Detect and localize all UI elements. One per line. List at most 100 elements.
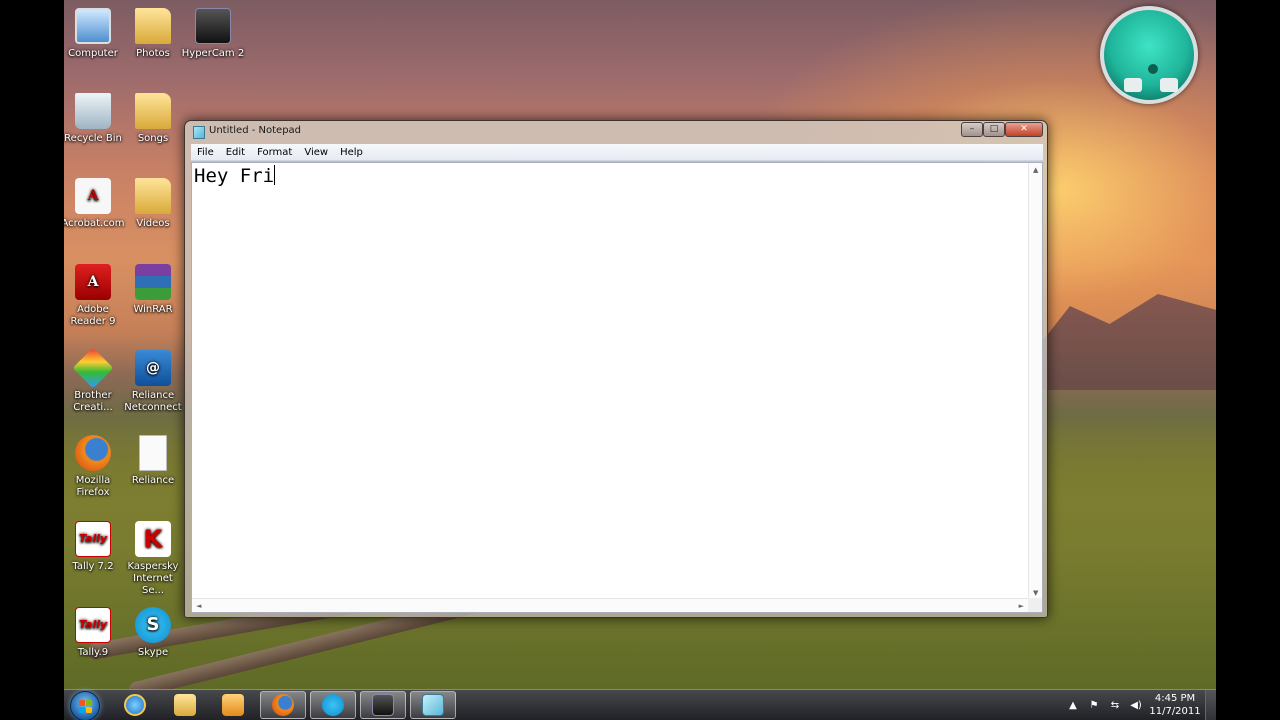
taskbar-skype[interactable]	[310, 691, 356, 719]
desktop-icon-label: HyperCam 2	[181, 48, 245, 59]
desktop-icon-label: Acrobat.com	[64, 218, 125, 229]
tally-glyph: Tally	[78, 618, 108, 631]
kaspersky-icon: K	[135, 521, 171, 557]
desktop-icon-reliance[interactable]: Reliance	[121, 435, 185, 487]
skype-icon	[322, 694, 344, 716]
desktop-icon-hypercam[interactable]: HyperCam 2	[181, 8, 245, 60]
acrobat-glyph: A	[87, 188, 99, 204]
size-grip[interactable]	[1028, 598, 1042, 612]
minimize-button[interactable]: –	[961, 122, 983, 137]
desktop-icon-winrar[interactable]: WinRAR	[121, 264, 185, 316]
desktop-icon-songs[interactable]: Songs	[121, 93, 185, 145]
title-bar[interactable]: Untitled - Notepad – □ ✕	[185, 121, 1047, 143]
taskbar-media-player[interactable]	[210, 691, 256, 719]
menu-help[interactable]: Help	[334, 147, 369, 158]
desktop-icon-tally-72[interactable]: Tally Tally 7.2	[64, 521, 125, 573]
windows-logo-blue	[79, 707, 85, 713]
scroll-up-arrow[interactable]: ▲	[1033, 166, 1038, 174]
desktop-icon-skype[interactable]: S Skype	[121, 607, 185, 659]
editor-text-content[interactable]: Hey Fri	[194, 165, 276, 187]
gadget-media-button[interactable]	[1160, 78, 1178, 92]
notepad-icon	[193, 126, 205, 139]
menu-bar: File Edit Format View Help	[191, 144, 1043, 161]
desktop-icon-label: Adobe Reader 9	[70, 304, 116, 327]
taskbar-hypercam[interactable]	[360, 691, 406, 719]
menu-file[interactable]: File	[191, 147, 220, 158]
reliance-netconnect-icon: @	[135, 350, 171, 386]
network-icon[interactable]: ⇆	[1108, 700, 1122, 711]
scroll-down-arrow[interactable]: ▼	[1033, 589, 1038, 597]
vertical-scrollbar[interactable]: ▲ ▼	[1028, 163, 1042, 600]
document-text: Hey Fri	[194, 165, 275, 187]
desktop-icon-label: Reliance Netconnect	[124, 390, 182, 413]
maximize-button[interactable]: □	[983, 122, 1005, 137]
scroll-right-arrow[interactable]: ►	[1019, 602, 1024, 610]
folder-icon	[135, 93, 171, 129]
system-tray: ▲ ⚑ ⇆ ◀)	[1066, 690, 1150, 720]
desktop-icon-tally-9[interactable]: Tally Tally.9	[64, 607, 125, 659]
desktop-icon-label: Kaspersky Internet Se...	[127, 561, 179, 596]
desktop-icon-recycle-bin[interactable]: Recycle Bin	[64, 93, 125, 145]
menu-view[interactable]: View	[298, 147, 334, 158]
tally-icon: Tally	[75, 607, 111, 643]
taskbar-firefox[interactable]	[260, 691, 306, 719]
desktop-icon-videos[interactable]: Videos	[121, 178, 185, 230]
horizontal-scrollbar[interactable]: ◄ ►	[192, 598, 1028, 612]
gadget-knob[interactable]	[1148, 64, 1158, 74]
start-button[interactable]	[70, 691, 100, 720]
brother-icon	[72, 347, 114, 389]
desktop-icon-acrobat-com[interactable]: A Acrobat.com	[64, 178, 125, 230]
scroll-left-arrow[interactable]: ◄	[196, 602, 201, 610]
clock-date: 11/7/2011	[1149, 706, 1201, 717]
tally-glyph: Tally	[78, 532, 108, 545]
desktop-icon-label: Photos	[136, 48, 170, 59]
clock[interactable]: 4:45 PM 11/7/2011	[1149, 692, 1201, 718]
menu-edit[interactable]: Edit	[220, 147, 251, 158]
taskbar: ▲ ⚑ ⇆ ◀) 4:45 PM 11/7/2011	[64, 689, 1216, 720]
desktop-icon-computer[interactable]: Computer	[64, 8, 125, 60]
desktop-icon-label: Tally.9	[77, 647, 109, 658]
desktop-icon-reliance-netconnect[interactable]: @ Reliance Netconnect	[121, 350, 185, 414]
show-desktop-button[interactable]	[1205, 690, 1216, 720]
internet-explorer-icon	[124, 694, 146, 716]
skype-icon: S	[135, 607, 171, 643]
desktop-icon-kaspersky[interactable]: K Kaspersky Internet Se...	[121, 521, 185, 597]
taskbar-internet-explorer[interactable]	[112, 691, 158, 719]
desktop-icon-photos[interactable]: Photos	[121, 8, 185, 60]
adobe-glyph: A	[87, 274, 99, 290]
folder-icon	[135, 8, 171, 44]
desktop-icon-label: Songs	[137, 133, 169, 144]
kaspersky-glyph: K	[143, 525, 163, 553]
desktop: Computer Photos HyperCam 2 Recycle Bin S…	[64, 0, 1216, 720]
desktop-icon-label: Skype	[137, 647, 169, 658]
desktop-icon-brother[interactable]: Brother Creati...	[64, 347, 125, 414]
media-gadget[interactable]	[1100, 6, 1198, 104]
notepad-window[interactable]: Untitled - Notepad – □ ✕ File Edit Forma…	[184, 120, 1048, 618]
skype-glyph: S	[146, 614, 160, 635]
recycle-bin-icon	[75, 93, 111, 129]
text-editor[interactable]: Hey Fri ▲ ▼ ◄ ►	[191, 162, 1043, 613]
window-title: Untitled - Notepad	[209, 125, 302, 136]
action-center-flag-icon[interactable]: ⚑	[1087, 700, 1101, 711]
desktop-icon-label: Tally 7.2	[72, 561, 114, 572]
desktop-icon-adobe-reader[interactable]: A Adobe Reader 9	[64, 264, 125, 328]
volume-icon[interactable]: ◀)	[1129, 700, 1143, 711]
gadget-doc-button[interactable]	[1124, 78, 1142, 92]
desktop-icon-firefox[interactable]: Mozilla Firefox	[64, 435, 125, 499]
menu-format[interactable]: Format	[251, 147, 298, 158]
taskbar-explorer[interactable]	[162, 691, 208, 719]
adobe-reader-icon: A	[75, 264, 111, 300]
hypercam-icon	[372, 694, 394, 716]
show-hidden-icons-icon[interactable]: ▲	[1066, 700, 1080, 711]
close-button[interactable]: ✕	[1005, 122, 1043, 137]
acrobat-icon: A	[75, 178, 111, 214]
reliance-glyph: @	[146, 360, 160, 376]
folder-icon	[135, 178, 171, 214]
desktop-icon-label: Reliance	[131, 475, 175, 486]
firefox-icon	[75, 435, 111, 471]
desktop-icon-label: Recycle Bin	[64, 133, 122, 144]
taskbar-notepad[interactable]	[410, 691, 456, 719]
explorer-folder-icon	[174, 694, 196, 716]
text-file-icon	[139, 435, 167, 471]
windows-logo-green	[86, 700, 92, 706]
